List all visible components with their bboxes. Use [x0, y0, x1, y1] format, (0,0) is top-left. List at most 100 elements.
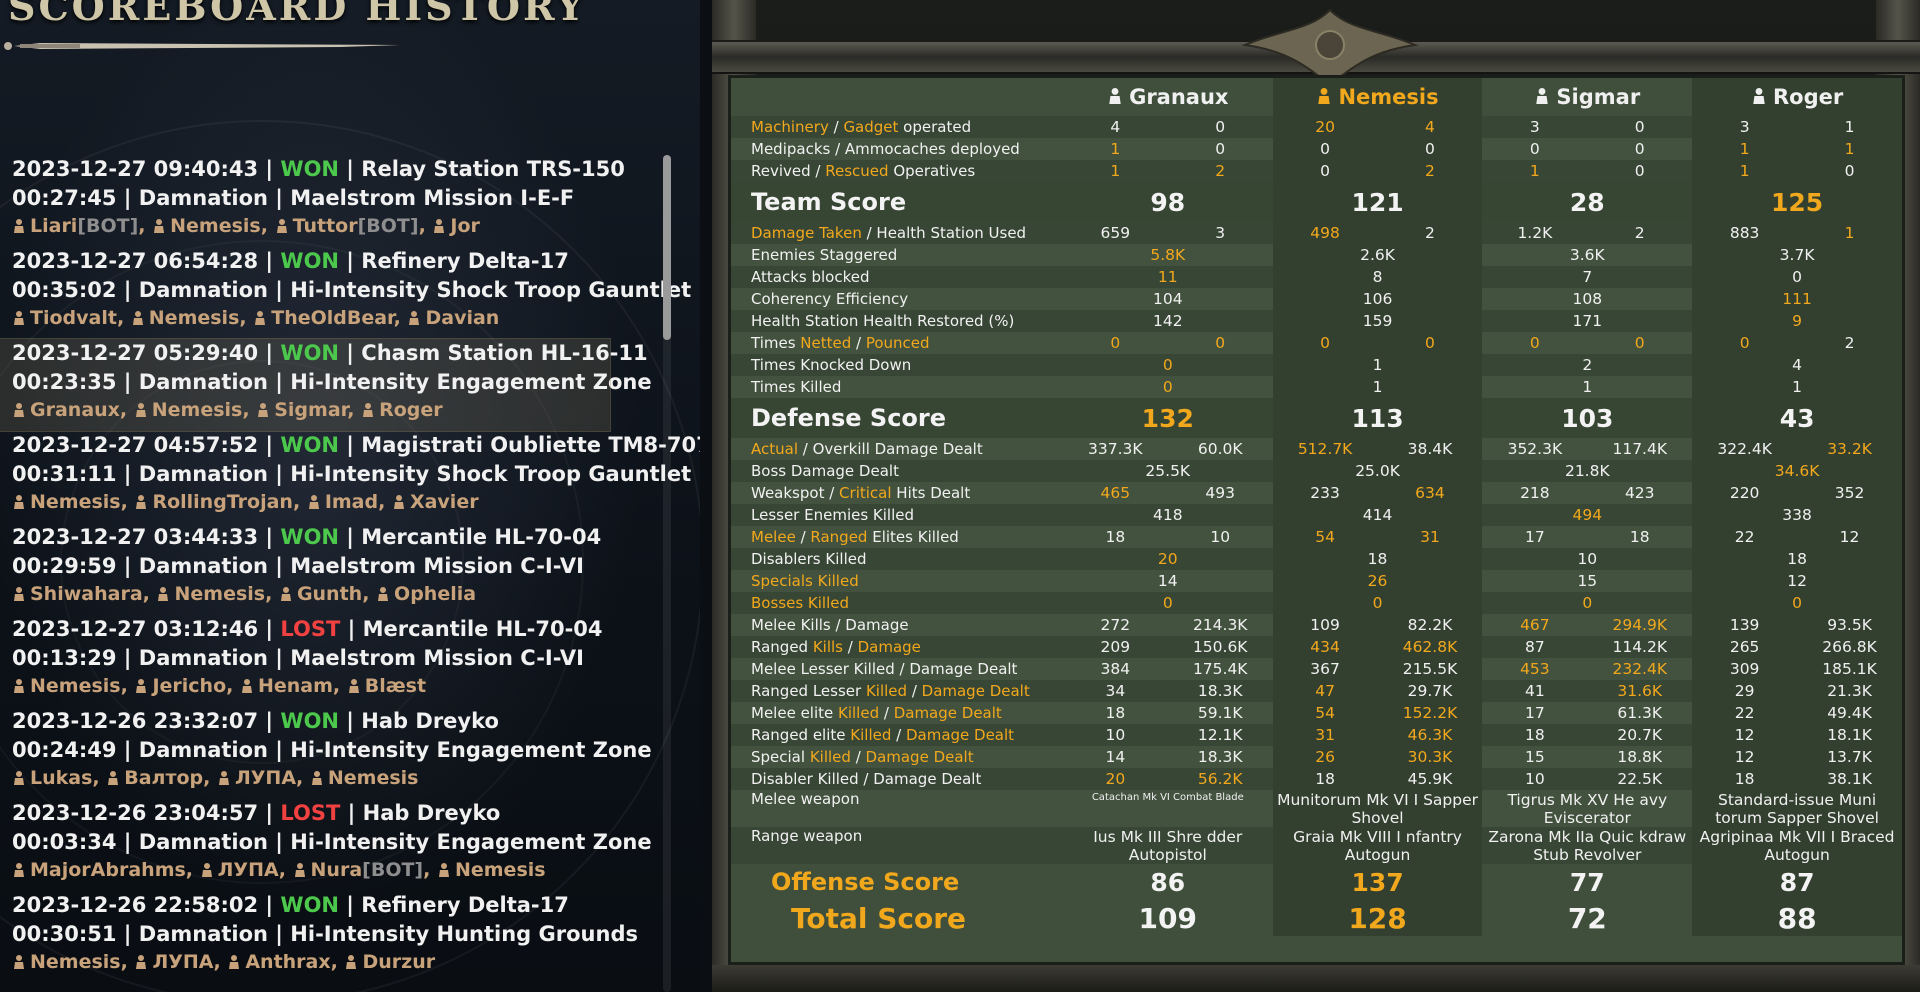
- stat-value: 175.4K: [1192, 660, 1248, 678]
- stat-value: 1: [1692, 138, 1798, 160]
- player-class-icon: [258, 403, 269, 417]
- stat-label-part: Special: [751, 748, 810, 766]
- history-entry[interactable]: 2023-12-27 06:54:28 | WON | Refinery Del…: [0, 247, 691, 339]
- history-entry[interactable]: 2023-12-27 04:57:52 | WON | Magistrati O…: [0, 431, 700, 523]
- history-entry[interactable]: 2023-12-27 03:12:46 | LOST | Mercantile …: [0, 615, 660, 707]
- stat-value: 111: [1692, 288, 1902, 310]
- stat-value: 1: [1692, 376, 1902, 398]
- stat-row: Melee Kills / Damage 272 214.3K 109 82.2K 467…: [731, 614, 1902, 636]
- stat-label-part: Melee Lesser Killed / Damage Dealt: [751, 660, 1018, 678]
- stat-value: 21.8K: [1482, 460, 1693, 482]
- player-class-icon: [14, 955, 24, 969]
- stat-label: Coherency Efficiency: [731, 288, 1063, 310]
- stat-value: 117.4K: [1612, 440, 1668, 458]
- history-entry[interactable]: 2023-12-27 03:44:33 | WON | Mercantile H…: [0, 523, 660, 615]
- title-ornament-rule: [4, 42, 400, 50]
- stat-value: 10: [1482, 548, 1693, 570]
- match-result: WON: [280, 433, 339, 457]
- stat-value: 109: [1272, 614, 1378, 636]
- stat-value: 18: [1692, 768, 1798, 790]
- separator: |: [116, 738, 139, 762]
- match-mission: Maelstrom Mission I-E-F: [290, 186, 575, 210]
- stat-value: 0: [1797, 160, 1902, 182]
- stat-value: 1: [1272, 354, 1483, 376]
- scoreboard-table: Granaux Nemesis Sigmar Roger Machinery / Gad…: [731, 78, 1902, 936]
- separator: |: [258, 893, 281, 917]
- stat-value: 0: [1529, 334, 1540, 352]
- player-name: Nemesis: [148, 307, 240, 329]
- stat-value: 17: [1524, 704, 1545, 722]
- player-name: Nemesis: [151, 399, 243, 421]
- match-duration: 00:03:34: [12, 830, 117, 854]
- stat-value: 31: [1377, 526, 1483, 548]
- stat-label-part: Hits Dealt: [891, 484, 971, 502]
- player-name: Ophelia: [394, 583, 477, 605]
- history-entry[interactable]: 2023-12-26 23:04:57 | LOST | Hab Dreyko 0…: [0, 799, 660, 891]
- stat-value: 352: [1797, 482, 1902, 504]
- weapon-name: Graia Mk VIII I nfantry Autogun: [1272, 827, 1483, 864]
- stat-label: Melee / Ranged Elites Killed: [731, 526, 1063, 548]
- history-entry[interactable]: 2023-12-26 23:32:07 | WON | Hab Dreyko 00…: [0, 707, 660, 799]
- player-name: Tuttor: [292, 215, 358, 237]
- separator: |: [116, 830, 139, 854]
- entry-line-players: Granaux, Nemesis, Sigmar, Roger: [12, 397, 610, 423]
- stat-label: Attacks blocked: [731, 266, 1063, 288]
- stat-label-part: Disabler Killed / Damage Dealt: [751, 770, 982, 788]
- stat-label-part: Times Knocked Down: [751, 356, 912, 374]
- stat-value: 29.7K: [1377, 680, 1483, 702]
- player-class-icon: [241, 679, 252, 693]
- separator: |: [268, 738, 291, 762]
- stat-value: 232.4K: [1612, 660, 1668, 678]
- stat-label-part: Kills: [812, 638, 843, 656]
- stat-label-part: Actual: [751, 440, 798, 458]
- history-entry[interactable]: 2023-12-27 09:40:43 | WON | Relay Statio…: [0, 155, 660, 247]
- stat-value: 29: [1692, 680, 1798, 702]
- player-class-icon: [229, 955, 240, 969]
- player-column-header: Sigmar: [1482, 78, 1692, 116]
- stat-value: 61.3K: [1617, 704, 1663, 722]
- stat-value: 367: [1272, 658, 1378, 680]
- history-entry[interactable]: 2023-12-27 05:29:40 | WON | Chasm Statio…: [0, 338, 652, 432]
- separator: |: [258, 801, 281, 825]
- stat-value: 294.9K: [1612, 616, 1668, 634]
- history-scrollbar[interactable]: [663, 155, 671, 992]
- stat-label-part: Damage Dealt: [893, 704, 1002, 722]
- stat-value: 0: [1062, 592, 1273, 614]
- stat-value: 26: [1272, 570, 1483, 592]
- stat-value: 338: [1692, 504, 1902, 526]
- entry-line-players: Nemesis, ЛУПА, Anthrax, Durzur: [12, 949, 660, 975]
- stat-value: 82.2K: [1377, 614, 1483, 636]
- player-name: Nemesis: [174, 583, 266, 605]
- stat-value: 49.4K: [1797, 702, 1902, 724]
- stat-value: 14: [1105, 748, 1126, 766]
- score-label: Defense Score: [731, 398, 1063, 438]
- history-list[interactable]: 2023-12-27 09:40:43 | WON | Relay Statio…: [0, 155, 700, 983]
- separator: |: [339, 893, 362, 917]
- player-name: Nura: [310, 859, 363, 881]
- history-entry[interactable]: 2023-12-26 22:58:02 | WON | Refinery Del…: [0, 891, 660, 983]
- stat-value: 4: [1377, 116, 1483, 138]
- separator: |: [258, 525, 281, 549]
- weapon-name: Ius Mk III Shre dder Autopistol: [1062, 827, 1273, 864]
- stat-label-part: Coherency Efficiency: [751, 290, 909, 308]
- stat-value: 465: [1100, 484, 1131, 502]
- stat-label: Specials Killed: [731, 570, 1063, 592]
- separator: |: [339, 433, 362, 457]
- separator: ,: [185, 859, 200, 881]
- scrollbar-thumb[interactable]: [663, 155, 671, 340]
- stat-label: Times Knocked Down: [731, 354, 1063, 376]
- player-name: Roger: [1772, 85, 1844, 109]
- match-mission: Hi-Intensity Shock Troop Gauntlet: [290, 462, 692, 486]
- header-spacer: [731, 78, 1063, 116]
- separator: |: [268, 922, 291, 946]
- stat-value: 2: [1797, 332, 1902, 354]
- separator: |: [339, 157, 362, 181]
- stat-value: 2: [1377, 160, 1483, 182]
- separator: |: [258, 617, 281, 641]
- entry-line-mission: 00:23:35 | Damnation | Hi-Intensity Enga…: [12, 368, 652, 397]
- stat-label-part: Netted: [800, 334, 852, 352]
- entry-line-mission: 00:35:02 | Damnation | Hi-Intensity Shoc…: [12, 276, 691, 305]
- stat-value: 12: [1692, 570, 1902, 592]
- stat-value: 0: [1377, 332, 1483, 354]
- stat-label: Health Station Health Restored (%): [731, 310, 1063, 332]
